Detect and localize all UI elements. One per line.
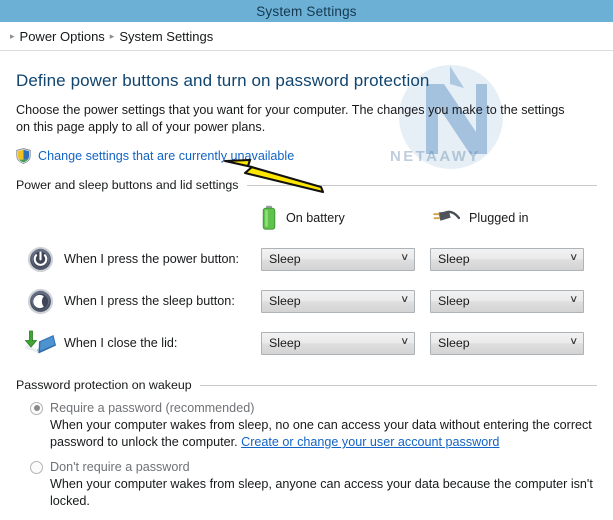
sleep-button-on-battery-cell: Sleep ∨ xyxy=(261,289,430,313)
setting-row-sleep-button-label: When I press the sleep button: xyxy=(64,294,235,308)
close-lid-on-battery-dropdown[interactable]: Sleep ∨ xyxy=(261,331,415,355)
chevron-down-icon: ∨ xyxy=(399,336,409,347)
power-button-plugged-in-value: Sleep xyxy=(438,252,470,266)
column-header-plugged-in-label: Plugged in xyxy=(469,211,529,225)
setting-row-close-lid: When I close the lid: Sleep ∨ Sleep ∨ xyxy=(16,322,597,364)
close-lid-on-battery-cell: Sleep ∨ xyxy=(261,331,430,355)
power-plug-icon xyxy=(433,210,460,221)
chevron-down-icon: ∨ xyxy=(399,294,409,305)
power-button-on-battery-value: Sleep xyxy=(269,252,301,266)
radio-no-password-button[interactable] xyxy=(30,460,43,474)
breadcrumb: ▸ Power Options ▸ System Settings xyxy=(0,22,613,51)
column-header-on-battery-label: On battery xyxy=(286,211,345,225)
setting-row-close-lid-label: When I close the lid: xyxy=(64,336,178,350)
laptop-lid-icon xyxy=(24,330,56,354)
main-content: Define power buttons and turn on passwor… xyxy=(0,71,613,510)
power-button-plugged-in-dropdown[interactable]: Sleep ∨ xyxy=(430,247,584,271)
page-title: Define power buttons and turn on passwor… xyxy=(16,71,430,90)
chevron-down-icon: ∨ xyxy=(568,294,578,305)
sleep-button-icon xyxy=(27,288,53,314)
uac-link-row[interactable]: Change settings that are currently unava… xyxy=(16,148,597,164)
password-protection-section: Password protection on wakeup Require a … xyxy=(16,378,597,510)
column-header-on-battery: On battery xyxy=(261,205,430,231)
radio-require-password-description: When your computer wakes from sleep, no … xyxy=(50,417,597,451)
power-button-icon-cell xyxy=(16,246,64,273)
close-lid-plugged-in-dropdown[interactable]: Sleep ∨ xyxy=(430,331,584,355)
radio-no-password-description: When your computer wakes from sleep, any… xyxy=(50,477,593,508)
chevron-down-icon: ∨ xyxy=(568,252,578,263)
close-lid-plugged-in-value: Sleep xyxy=(438,336,470,350)
power-button-plugged-in-cell: Sleep ∨ xyxy=(430,247,599,271)
power-button-icon xyxy=(27,246,53,272)
power-section-rule xyxy=(246,184,597,186)
setting-row-power-button: When I press the power button: Sleep ∨ S… xyxy=(16,238,597,280)
power-button-on-battery-cell: Sleep ∨ xyxy=(261,247,430,271)
chevron-down-icon: ∨ xyxy=(399,252,409,263)
create-change-password-link[interactable]: Create or change your user account passw… xyxy=(241,435,499,449)
window-title: System Settings xyxy=(256,3,357,19)
sleep-button-on-battery-value: Sleep xyxy=(269,294,301,308)
power-settings-table: On battery Plugged in When I press the p… xyxy=(16,198,597,364)
password-section-rule xyxy=(199,384,597,386)
window-titlebar: System Settings xyxy=(0,0,613,22)
breadcrumb-separator-icon: ▸ xyxy=(10,30,15,41)
breadcrumb-item-system-settings[interactable]: System Settings xyxy=(119,29,213,44)
password-section-header: Password protection on wakeup xyxy=(16,378,597,392)
page-description: Choose the power settings that you want … xyxy=(16,103,565,134)
radio-no-password-label: Don't require a password xyxy=(50,460,190,474)
breadcrumb-item-power-options[interactable]: Power Options xyxy=(20,29,105,44)
laptop-lid-icon-cell xyxy=(16,329,64,357)
radio-require-password-row[interactable]: Require a password (recommended) xyxy=(30,401,597,415)
radio-option-require-password: Require a password (recommended) When yo… xyxy=(30,401,597,451)
setting-row-power-button-label: When I press the power button: xyxy=(64,252,240,266)
radio-require-password-label: Require a password (recommended) xyxy=(50,401,255,415)
power-section-header: Power and sleep buttons and lid settings xyxy=(16,178,597,192)
power-button-on-battery-dropdown[interactable]: Sleep ∨ xyxy=(261,247,415,271)
close-lid-plugged-in-cell: Sleep ∨ xyxy=(430,331,599,355)
power-settings-column-headers: On battery Plugged in xyxy=(16,198,597,238)
breadcrumb-separator-icon: ▸ xyxy=(109,30,115,41)
battery-icon xyxy=(262,205,276,230)
sleep-button-on-battery-dropdown[interactable]: Sleep ∨ xyxy=(261,289,415,313)
column-header-plugged-in: Plugged in xyxy=(430,207,599,229)
radio-require-password-button[interactable] xyxy=(30,401,43,415)
password-section-label: Password protection on wakeup xyxy=(16,378,192,392)
close-lid-on-battery-value: Sleep xyxy=(269,336,301,350)
sleep-button-icon-cell xyxy=(16,288,64,315)
radio-no-password-row[interactable]: Don't require a password xyxy=(30,460,597,474)
sleep-button-plugged-in-cell: Sleep ∨ xyxy=(430,289,599,313)
setting-row-sleep-button: When I press the sleep button: Sleep ∨ S… xyxy=(16,280,597,322)
uac-shield-icon xyxy=(16,148,31,164)
power-section-label: Power and sleep buttons and lid settings xyxy=(16,178,239,192)
radio-option-no-password: Don't require a password When your compu… xyxy=(30,460,597,510)
sleep-button-plugged-in-dropdown[interactable]: Sleep ∨ xyxy=(430,289,584,313)
uac-change-settings-link[interactable]: Change settings that are currently unava… xyxy=(38,149,294,163)
sleep-button-plugged-in-value: Sleep xyxy=(438,294,470,308)
chevron-down-icon: ∨ xyxy=(568,336,578,347)
